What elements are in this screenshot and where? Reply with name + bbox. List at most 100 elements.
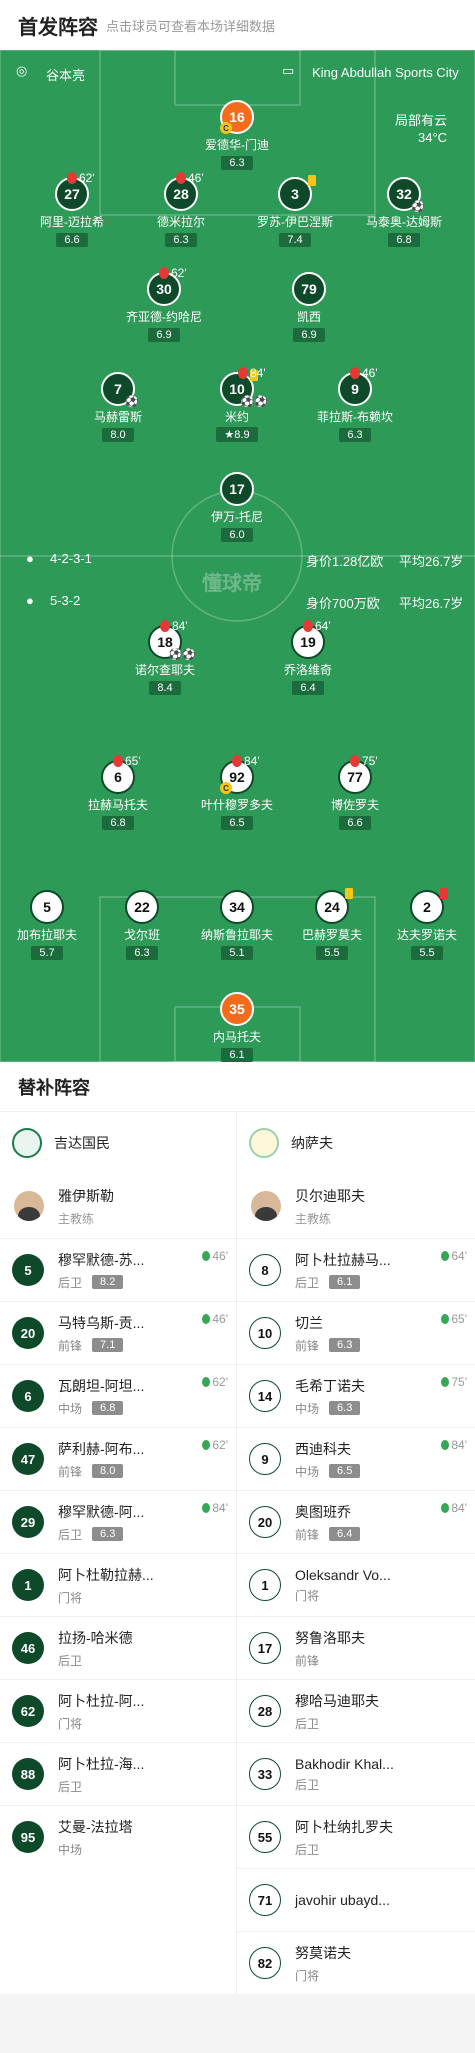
jersey-number: 1 bbox=[12, 1569, 44, 1601]
sub-off-icon bbox=[238, 367, 248, 379]
sub-player-row[interactable]: 5 穆罕默德-苏... 后卫 8.2 46' bbox=[0, 1238, 236, 1301]
player-home-16[interactable]: 16 C 爱德华-门迪 6.3 bbox=[182, 100, 292, 171]
substitutes-section: 替补阵容 吉达国民 雅伊斯勒 主教练 5 穆罕默德-苏... 后卫 8.2 46' 20 马特… bbox=[0, 1062, 475, 1994]
sub-player-row[interactable]: 1 Oleksandr Vo... 门将 bbox=[237, 1553, 475, 1616]
jersey-number: 5 bbox=[12, 1254, 44, 1286]
player-name: 叶什穆罗多夫 bbox=[200, 798, 273, 812]
sub-player-row[interactable]: 14 毛希丁诺夫 中场 6.3 75' bbox=[237, 1364, 475, 1427]
player-home-32[interactable]: 32 ⚽ 马泰奥-达姆斯 6.8 bbox=[349, 177, 459, 248]
sub-player-row[interactable]: 17 努鲁洛耶夫 前锋 bbox=[237, 1616, 475, 1679]
player-name: 马泰奥-达姆斯 bbox=[366, 215, 442, 229]
sub-player-row[interactable]: 20 奥图班乔 前锋 6.4 84' bbox=[237, 1490, 475, 1553]
watermark-logo: 懂球帝 bbox=[202, 573, 262, 595]
player-away-22[interactable]: 22 戈尔班 6.3 bbox=[87, 890, 197, 961]
jersey-number: 8 bbox=[249, 1254, 281, 1286]
player-rating: 6.3 bbox=[165, 233, 197, 247]
jersey-number: 10 bbox=[249, 1317, 281, 1349]
jersey-number: 28 bbox=[249, 1695, 281, 1727]
away-subs-column: 纳萨夫 贝尔迪耶夫 主教练 8 阿卜杜拉赫马... 后卫 6.1 64' 10 切兰 前锋 6.3… bbox=[237, 1112, 475, 1994]
player-away-92[interactable]: 92 C 84' 叶什穆罗多夫 6.5 bbox=[182, 754, 292, 831]
sub-on-icon bbox=[202, 1440, 211, 1450]
sub-off-icon bbox=[67, 172, 77, 184]
sub-player-row[interactable]: 6 瓦朗坦-阿坦... 中场 6.8 62' bbox=[0, 1364, 236, 1427]
player-home-3[interactable]: 3 罗苏-伊巴涅斯 7.4 bbox=[240, 175, 350, 248]
player-name: 穆哈马迪耶夫 bbox=[295, 1692, 379, 1709]
sub-player-row[interactable]: 9 西迪科夫 中场 6.5 84' bbox=[237, 1427, 475, 1490]
player-rating: 8.2 bbox=[92, 1275, 124, 1289]
player-position: 中场 bbox=[58, 1401, 83, 1416]
sub-on-icon bbox=[441, 1251, 450, 1261]
player-position: 前锋 bbox=[295, 1338, 320, 1353]
player-position: 门将 bbox=[58, 1716, 83, 1731]
player-home-10[interactable]: 10 ⚽⚽ 84' 米约 ★8.9 bbox=[182, 366, 292, 443]
player-rating: 6.3 bbox=[339, 428, 371, 442]
away-value: 身价700万欧 bbox=[306, 596, 380, 611]
player-name: 乔洛维奇 bbox=[283, 663, 332, 677]
home-coach[interactable]: 雅伊斯勒 主教练 bbox=[0, 1174, 236, 1238]
player-rating: 6.5 bbox=[221, 816, 253, 830]
sub-player-row[interactable]: 33 Bakhodir Khal... 后卫 bbox=[237, 1742, 475, 1805]
player-rating: 8.0 bbox=[102, 428, 134, 442]
sub-player-row[interactable]: 28 穆哈马迪耶夫 后卫 bbox=[237, 1679, 475, 1742]
player-home-79[interactable]: 79 凯西 6.9 bbox=[254, 272, 364, 343]
sub-player-row[interactable]: 47 萨利赫-阿布... 前锋 8.0 62' bbox=[0, 1427, 236, 1490]
sub-player-row[interactable]: 82 努莫诺夫 门将 bbox=[237, 1931, 475, 1994]
player-home-30[interactable]: 30 62' 齐亚德-约哈尼 6.9 bbox=[109, 266, 219, 343]
player-home-27[interactable]: 27 62' 阿里-迈拉希 6.6 bbox=[17, 171, 127, 248]
player-name: 伊万-托尼 bbox=[211, 510, 263, 524]
player-away-2[interactable]: 2 达夫罗诺夫 5.5 bbox=[372, 888, 475, 961]
sub-player-row[interactable]: 95 艾曼-法拉塔 中场 bbox=[0, 1805, 236, 1868]
player-away-34[interactable]: 34 纳斯鲁拉耶夫 5.1 bbox=[182, 890, 292, 961]
jersey-number: 55 bbox=[249, 1821, 281, 1853]
sub-player-row[interactable]: 1 阿卜杜勒拉赫... 门将 bbox=[0, 1553, 236, 1616]
player-away-19[interactable]: 19 64' 乔洛维奇 6.4 bbox=[253, 619, 363, 696]
weather-text: 局部有云 bbox=[395, 113, 448, 128]
player-rating: 6.8 bbox=[92, 1401, 124, 1415]
player-name: 博佐罗夫 bbox=[330, 798, 379, 812]
player-position: 前锋 bbox=[295, 1653, 320, 1668]
player-position: 前锋 bbox=[58, 1338, 83, 1353]
sub-player-row[interactable]: 20 马特乌斯-贡... 前锋 7.1 46' bbox=[0, 1301, 236, 1364]
whistle-icon: ◎ bbox=[16, 63, 28, 78]
player-name: 切兰 bbox=[295, 1314, 323, 1331]
sub-on-event: 62' bbox=[202, 1438, 228, 1452]
player-away-6[interactable]: 6 65' 拉赫马托夫 6.8 bbox=[63, 754, 173, 831]
sub-player-row[interactable]: 55 阿卜杜纳扎罗夫 后卫 bbox=[237, 1805, 475, 1868]
player-name: 穆罕默德-苏... bbox=[58, 1251, 145, 1268]
yellow-card-icon bbox=[308, 175, 316, 186]
page-subtitle: 点击球员可查看本场详细数据 bbox=[106, 18, 276, 34]
sub-player-row[interactable]: 8 阿卜杜拉赫马... 后卫 6.1 64' bbox=[237, 1238, 475, 1301]
player-position: 门将 bbox=[295, 1968, 320, 1983]
player-home-7[interactable]: 7 ⚽ 马赫雷斯 8.0 bbox=[63, 372, 173, 443]
stadium-icon: ▭ bbox=[282, 63, 295, 78]
player-away-35[interactable]: 35 内马托夫 6.1 bbox=[182, 992, 292, 1062]
away-team-logo bbox=[249, 1128, 279, 1158]
sub-player-row[interactable]: 46 拉扬-哈米德 后卫 bbox=[0, 1616, 236, 1679]
player-home-17[interactable]: 17 伊万-托尼 6.0 bbox=[182, 472, 292, 543]
red-card-icon bbox=[440, 888, 448, 899]
player-home-28[interactable]: 28 46' 德米拉尔 6.3 bbox=[126, 171, 236, 248]
sub-player-row[interactable]: 10 切兰 前锋 6.3 65' bbox=[237, 1301, 475, 1364]
player-name: 阿卜杜拉-海... bbox=[58, 1755, 145, 1772]
player-away-18[interactable]: 18 ⚽⚽ 84' 诺尔查耶夫 8.4 bbox=[110, 619, 220, 696]
sub-player-row[interactable]: 62 阿卜杜拉-阿... 门将 bbox=[0, 1679, 236, 1742]
jersey-number: 20 bbox=[12, 1317, 44, 1349]
player-rating: 6.1 bbox=[329, 1275, 361, 1289]
jersey-number: 9 bbox=[249, 1443, 281, 1475]
sub-player-row[interactable]: 29 穆罕默德-阿... 后卫 6.3 84' bbox=[0, 1490, 236, 1553]
home-formation: 4-2-3-1 bbox=[50, 551, 92, 566]
goal-icon: ⚽⚽ bbox=[240, 396, 268, 408]
player-name: 拉扬-哈米德 bbox=[58, 1629, 133, 1646]
away-coach[interactable]: 贝尔迪耶夫 主教练 bbox=[237, 1174, 475, 1238]
player-name: Oleksandr Vo... bbox=[295, 1566, 391, 1583]
player-away-77[interactable]: 77 75' 博佐罗夫 6.6 bbox=[300, 754, 410, 831]
player-home-9[interactable]: 9 46' 菲拉斯-布赖坎 6.3 bbox=[300, 366, 410, 443]
player-rating: 6.9 bbox=[148, 328, 180, 342]
player-away-24[interactable]: 24 巴赫罗莫夫 5.5 bbox=[277, 888, 387, 961]
sub-on-icon bbox=[441, 1503, 450, 1513]
sub-off-icon bbox=[176, 172, 186, 184]
sub-player-row[interactable]: 71 javohir ubayd... bbox=[237, 1868, 475, 1931]
jersey-number: 20 bbox=[249, 1506, 281, 1538]
sub-player-row[interactable]: 88 阿卜杜拉-海... 后卫 bbox=[0, 1742, 236, 1805]
player-position: 中场 bbox=[295, 1464, 320, 1479]
